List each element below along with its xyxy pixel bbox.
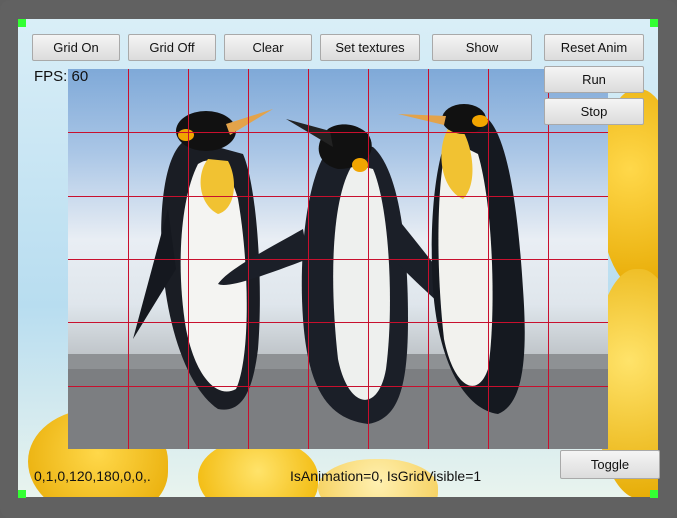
corner-marker-top-right xyxy=(650,19,658,27)
grid-on-button[interactable]: Grid On xyxy=(32,34,120,61)
corner-marker-top-left xyxy=(18,19,26,27)
parameter-readout: 0,1,0,120,180,0,0,. xyxy=(34,468,151,484)
clear-button[interactable]: Clear xyxy=(224,34,312,61)
run-button[interactable]: Run xyxy=(544,66,644,93)
corner-marker-bottom-left xyxy=(18,490,26,498)
app-window: Run Stop Toggle FPS: 60 0,1,0,120,180,0,… xyxy=(0,0,677,518)
show-button[interactable]: Show xyxy=(432,34,532,61)
grid-line-horizontal xyxy=(68,322,608,323)
toggle-button[interactable]: Toggle xyxy=(560,450,660,479)
reset-anim-button[interactable]: Reset Anim xyxy=(544,34,644,61)
penguin-picture xyxy=(68,69,608,449)
grid-line-horizontal xyxy=(68,259,608,260)
set-textures-button[interactable]: Set textures xyxy=(320,34,420,61)
fps-counter: FPS: 60 xyxy=(34,68,89,85)
grid-off-button[interactable]: Grid Off xyxy=(128,34,216,61)
grid-line-horizontal xyxy=(68,196,608,197)
grid-line-horizontal xyxy=(68,386,608,387)
grid-line-horizontal xyxy=(68,132,608,133)
state-readout: IsAnimation=0, IsGridVisible=1 xyxy=(290,468,482,484)
stop-button[interactable]: Stop xyxy=(544,98,644,125)
corner-marker-bottom-right xyxy=(650,490,658,498)
